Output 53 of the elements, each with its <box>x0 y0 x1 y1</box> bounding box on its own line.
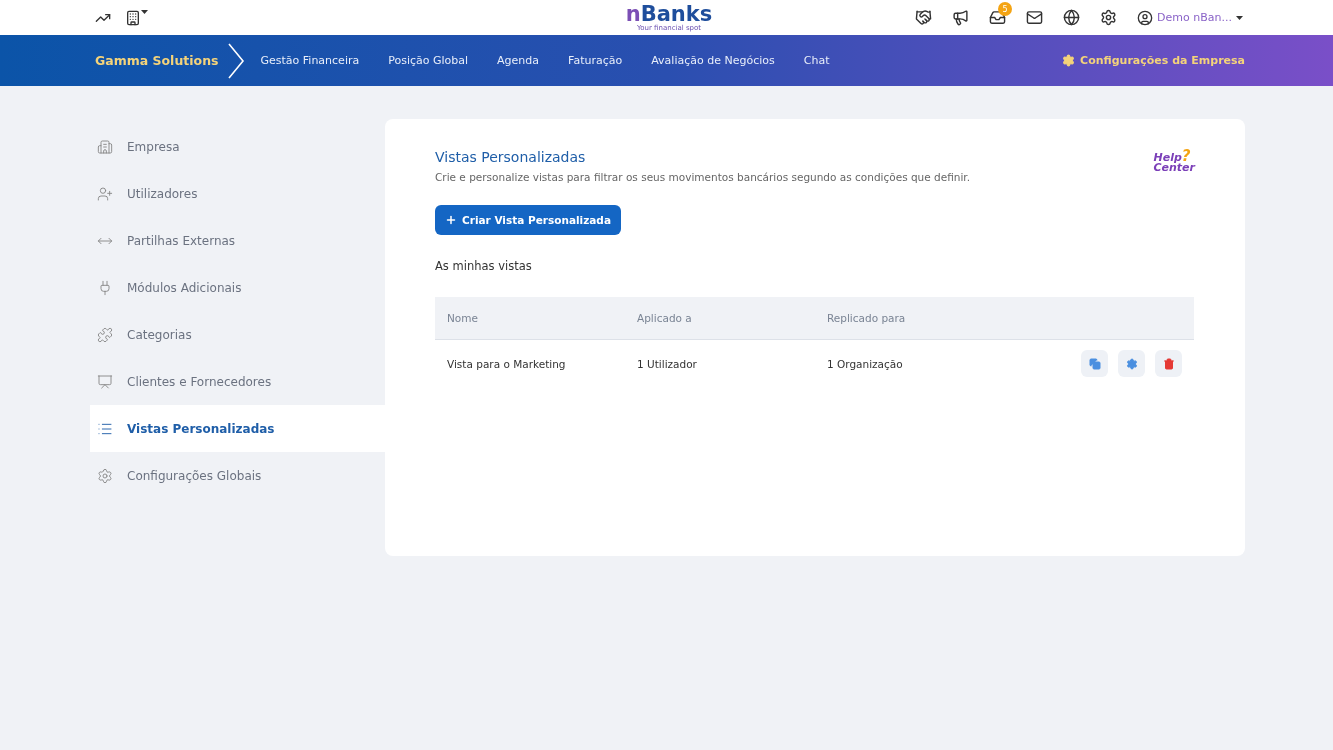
gear-icon <box>97 467 113 484</box>
section-title: As minhas vistas <box>435 259 533 273</box>
table-cell-text: 1 Utilizador <box>637 357 698 370</box>
notification-badge: 5 <box>998 2 1013 16</box>
user-icon <box>1137 9 1154 26</box>
user-plus-icon <box>97 185 113 202</box>
sidebar-item[interactable]: Vistas Personalizadas <box>90 405 385 452</box>
delete-button[interactable] <box>1155 350 1182 377</box>
sidebar-item[interactable]: Empresa <box>90 123 385 170</box>
table-cell-text: Vista para o Marketing <box>447 357 567 370</box>
sidebar-item[interactable]: Partilhas Externas <box>90 217 385 264</box>
page-description: Crie e personalize vistas para filtrar os seus movimentos bancários segundo as condições que definir. <box>435 171 971 183</box>
sidebar-item[interactable]: Configurações Globais <box>90 452 385 499</box>
company-settings-link[interactable]: Configurações da Empresa <box>1062 54 1245 67</box>
presentation-icon <box>97 373 113 390</box>
column-header: Nome <box>447 312 479 324</box>
duplicate-button[interactable] <box>1081 350 1108 377</box>
company-name[interactable]: Gamma Solutions <box>95 53 219 68</box>
plus-icon <box>445 214 457 226</box>
nav-link[interactable]: Avaliação de Negócios <box>651 54 775 67</box>
nav-link[interactable]: Agenda <box>497 54 540 67</box>
user-menu[interactable]: Demo nBan... <box>1137 9 1243 26</box>
sidebar-item[interactable]: Clientes e Fornecedores <box>90 358 385 405</box>
settings-button[interactable] <box>1118 350 1145 377</box>
handshake-icon[interactable] <box>915 9 933 26</box>
building-icon <box>97 138 113 155</box>
nav-link[interactable]: Posição Global <box>388 54 469 67</box>
settings-icon[interactable] <box>1100 9 1118 26</box>
building-dropdown-icon[interactable] <box>125 9 148 26</box>
settings-icon <box>1125 357 1138 370</box>
table-cell-text: 1 Organização <box>827 357 904 370</box>
nav-link[interactable]: Gestão Financeira <box>260 54 360 67</box>
megaphone-icon[interactable] <box>952 9 970 26</box>
column-header: Replicado para <box>827 312 907 324</box>
column-header: Aplicado a <box>637 312 693 324</box>
logo: nBanks <box>625 3 713 25</box>
trash-icon <box>1162 357 1175 370</box>
help-center-logo[interactable]: Help? Center <box>1153 149 1195 174</box>
copy-icon <box>1088 357 1101 370</box>
chevron-separator-icon <box>226 42 245 79</box>
sidebar-item[interactable]: Utilizadores <box>90 170 385 217</box>
sidebar-item[interactable]: Categorias <box>90 311 385 358</box>
sidebar-item[interactable]: Módulos Adicionais <box>90 264 385 311</box>
page-title: Vistas Personalizadas <box>435 149 587 165</box>
plug-icon <box>97 279 113 296</box>
puzzle-icon <box>97 326 113 343</box>
caret-icon <box>1236 15 1243 20</box>
globe-icon[interactable] <box>1063 9 1081 26</box>
nav-link[interactable]: Chat <box>803 54 830 67</box>
nav-link[interactable]: Faturação <box>568 54 623 67</box>
mail-icon[interactable] <box>1026 9 1044 26</box>
create-view-button[interactable]: Criar Vista Personalizada <box>435 205 621 235</box>
gear-icon <box>1062 54 1076 67</box>
